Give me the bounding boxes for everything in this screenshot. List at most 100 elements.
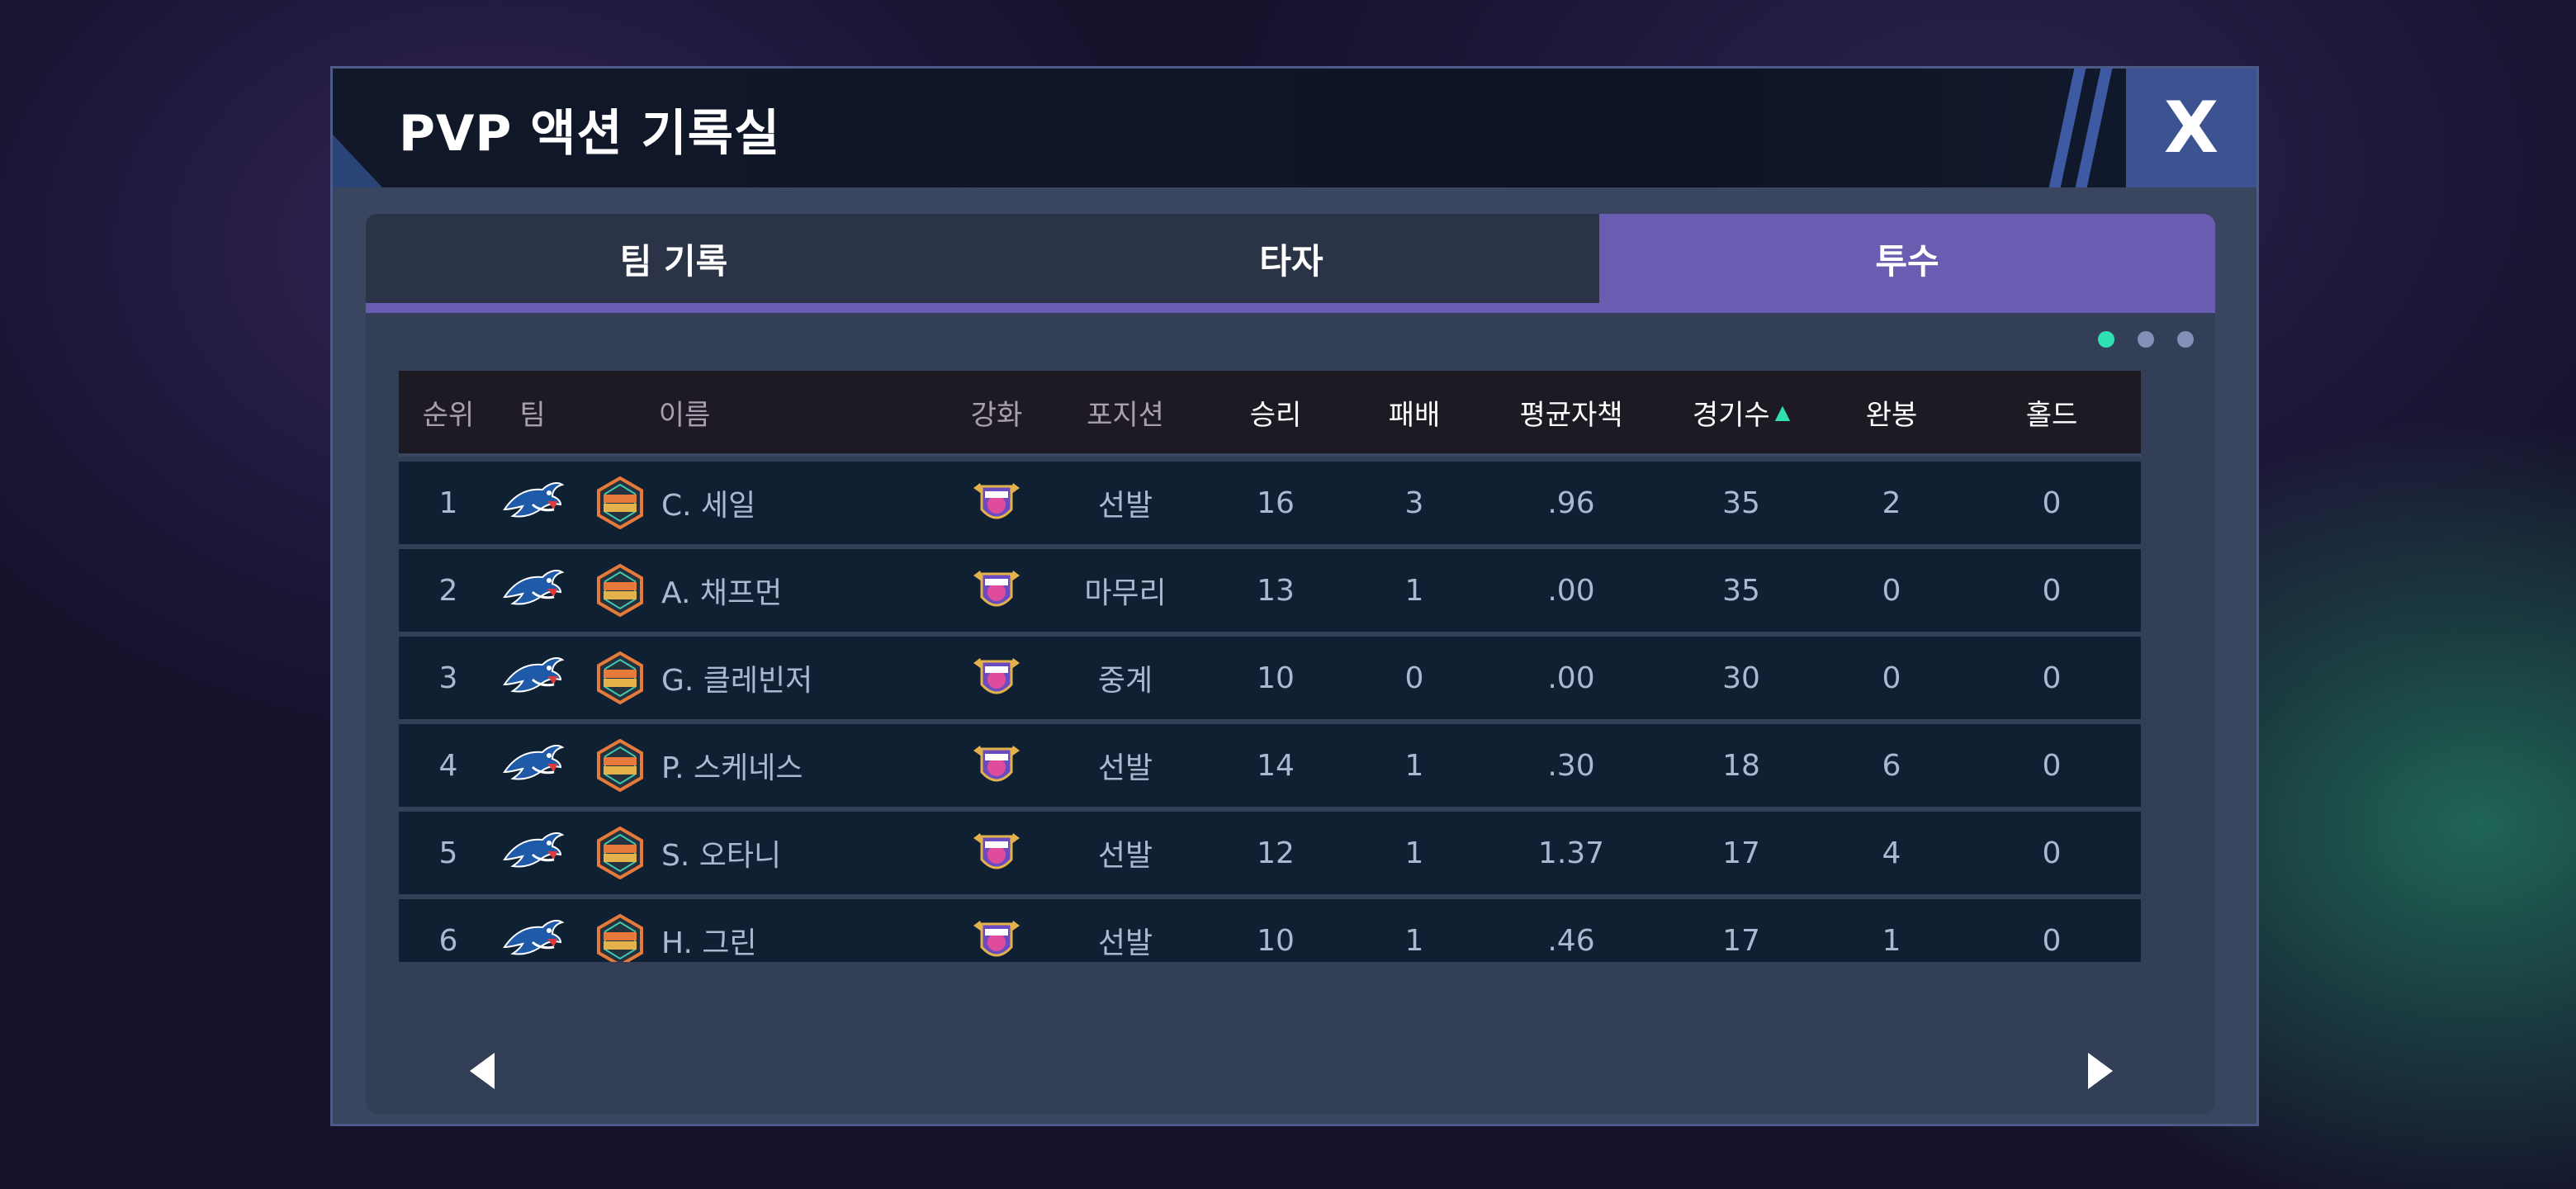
col-header-era[interactable]: 평균자책	[1519, 371, 1622, 453]
upgrade-level-badge-icon	[970, 476, 1023, 529]
cell-holds: 0	[2042, 748, 2062, 783]
records-panel: 팀 기록 타자 투수 순위 팀 이름 강화 포지션 승리 패배 평균자책 경기수…	[366, 214, 2215, 1114]
table-row[interactable]: 6 선발 10 1.46 17 1 0 H. 그린	[399, 899, 2141, 962]
cell-era: 1.37	[1537, 836, 1605, 870]
cell-name: P. 스케네스	[661, 751, 803, 785]
cell-complete-shutouts: 0	[1882, 573, 1901, 608]
cell-position: 중계	[1097, 664, 1153, 698]
cell-complete-shutouts: 1	[1882, 923, 1901, 958]
cell-wins: 12	[1257, 836, 1295, 870]
close-icon: X	[2163, 87, 2219, 169]
table-row[interactable]: 5 선발 12 1 1.37 17 4 0 S. 오타니	[399, 812, 2141, 894]
cell-name: H. 그린	[661, 926, 757, 960]
col-header-wins[interactable]: 승리	[1250, 371, 1302, 453]
cell-era: .00	[1547, 661, 1595, 695]
cell-losses: 1	[1404, 748, 1424, 783]
cell-losses: 3	[1404, 486, 1424, 520]
superstar-badge-icon	[595, 651, 645, 705]
superstar-badge-icon	[595, 913, 645, 962]
cell-era: .46	[1547, 923, 1595, 958]
cell-position: 선발	[1097, 751, 1153, 785]
dialog-header: PVP 액션 기록실 X	[333, 69, 2256, 187]
page-dot-active[interactable]	[2098, 331, 2114, 348]
cell-losses: 1	[1404, 836, 1424, 870]
cell-rank: 6	[438, 923, 458, 958]
tab-bar: 팀 기록 타자 투수	[366, 214, 2215, 313]
superstar-badge-icon	[595, 476, 645, 530]
table-row[interactable]: 4 선발 14 1 .30 18 6 0 P. 스케네스	[399, 724, 2141, 807]
cell-rank: 1	[438, 486, 458, 520]
blue-jay-logo-icon	[500, 827, 566, 879]
cell-complete-shutouts: 6	[1882, 748, 1901, 783]
cell-holds: 0	[2042, 923, 2062, 958]
blue-jay-logo-icon	[500, 564, 566, 617]
blue-jay-logo-icon	[500, 739, 566, 792]
upgrade-level-badge-icon	[970, 827, 1023, 879]
col-header-position[interactable]: 포지션	[1087, 371, 1164, 453]
cell-games: 17	[1722, 836, 1760, 870]
blue-jay-logo-icon	[500, 651, 566, 704]
dialog-title: PVP 액션 기록실	[399, 105, 781, 163]
col-header-team[interactable]: 팀	[519, 371, 545, 453]
cell-holds: 0	[2042, 573, 2062, 608]
records-dialog: PVP 액션 기록실 X 팀 기록 타자 투수 순위 팀 이름 강화 포지션 승…	[330, 66, 2259, 1126]
cell-name: C. 세일	[661, 489, 756, 523]
prev-page-arrow-icon[interactable]	[470, 1053, 495, 1089]
cell-games: 35	[1722, 573, 1760, 608]
blue-jay-logo-icon	[500, 914, 566, 962]
header-corner-decoration	[333, 135, 382, 187]
table-row[interactable]: 2 마무리 13 1 .00 35 0 0 A. 채프먼	[399, 549, 2141, 632]
cell-name: G. 클레빈저	[661, 664, 813, 698]
next-page-arrow-icon[interactable]	[2088, 1053, 2113, 1089]
tab-label: 투수	[1875, 240, 1939, 282]
tab-label: 팀 기록	[619, 240, 728, 282]
col-header-losses[interactable]: 패배	[1389, 371, 1441, 453]
cell-rank: 3	[438, 661, 458, 695]
tab-pitchers[interactable]: 투수	[1599, 214, 2215, 303]
upgrade-level-badge-icon	[970, 914, 1023, 962]
pitcher-records-table: 순위 팀 이름 강화 포지션 승리 패배 평균자책 경기수 ▲ 완봉 홀드 1 선발…	[399, 371, 2141, 962]
cell-games: 30	[1722, 661, 1760, 695]
cell-holds: 0	[2042, 661, 2062, 695]
tab-batters[interactable]: 타자	[983, 214, 1599, 303]
cell-complete-shutouts: 4	[1882, 836, 1901, 870]
close-button[interactable]: X	[2126, 69, 2256, 187]
col-header-name[interactable]: 이름	[659, 371, 711, 453]
sort-ascending-icon: ▲	[1774, 400, 1791, 424]
page-indicator	[2098, 331, 2194, 348]
cell-era: .30	[1547, 748, 1595, 783]
cell-losses: 1	[1404, 573, 1424, 608]
col-header-rank[interactable]: 순위	[423, 371, 475, 453]
cell-position: 마무리	[1084, 576, 1167, 610]
cell-games: 18	[1722, 748, 1760, 783]
tab-team-records[interactable]: 팀 기록	[366, 214, 982, 303]
cell-name: S. 오타니	[661, 839, 782, 873]
cell-wins: 10	[1257, 923, 1295, 958]
superstar-badge-icon	[595, 563, 645, 618]
cell-wins: 13	[1257, 573, 1295, 608]
col-header-complete-shutouts[interactable]: 완봉	[1866, 371, 1918, 453]
cell-wins: 16	[1257, 486, 1295, 520]
table-row[interactable]: 1 선발 16 3 .96 35 2 0 C. 세일	[399, 462, 2141, 544]
col-header-upgrade[interactable]: 강화	[971, 371, 1023, 453]
col-header-games[interactable]: 경기수 ▲	[1693, 371, 1790, 453]
cell-complete-shutouts: 0	[1882, 661, 1901, 695]
table-row[interactable]: 3 중계 10 0 .00 30 0 0 G. 클레빈저	[399, 637, 2141, 719]
blue-jay-logo-icon	[500, 476, 566, 529]
col-header-holds[interactable]: 홀드	[2026, 371, 2078, 453]
cell-rank: 5	[438, 836, 458, 870]
page-dot[interactable]	[2138, 331, 2154, 348]
upgrade-level-badge-icon	[970, 651, 1023, 704]
tab-label: 타자	[1259, 240, 1324, 282]
cell-wins: 14	[1257, 748, 1295, 783]
page-dot[interactable]	[2177, 331, 2194, 348]
upgrade-level-badge-icon	[970, 564, 1023, 617]
cell-complete-shutouts: 2	[1882, 486, 1901, 520]
cell-holds: 0	[2042, 836, 2062, 870]
cell-losses: 0	[1404, 661, 1424, 695]
superstar-badge-icon	[595, 738, 645, 793]
col-header-games-label: 경기수	[1692, 398, 1770, 432]
table-header: 순위 팀 이름 강화 포지션 승리 패배 평균자책 경기수 ▲ 완봉 홀드	[399, 371, 2141, 457]
cell-era: .96	[1547, 486, 1595, 520]
superstar-badge-icon	[595, 826, 645, 880]
